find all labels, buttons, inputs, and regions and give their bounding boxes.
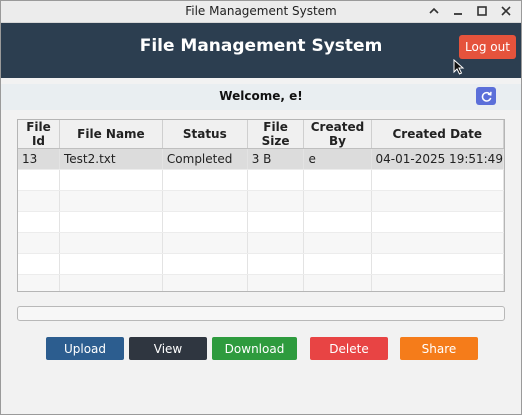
empty-row[interactable]: [18, 274, 504, 291]
refresh-button[interactable]: [476, 87, 496, 105]
table-row[interactable]: 13 Test2.txt Completed 3 B e 04-01-2025 …: [18, 148, 504, 170]
app-title: File Management System: [139, 36, 383, 56]
upload-button[interactable]: Upload: [46, 337, 124, 360]
empty-row[interactable]: [18, 232, 504, 254]
cell-file-name: Test2.txt: [59, 148, 163, 170]
table-header-row: File Id File Name Status File Size Creat…: [18, 120, 504, 149]
column-header-created-date[interactable]: Created Date: [371, 120, 504, 149]
column-header-created-by[interactable]: Created By: [303, 120, 372, 149]
empty-row[interactable]: [18, 211, 504, 233]
cell-file-size: 3 B: [247, 148, 305, 170]
progress-bar: [17, 306, 505, 321]
cell-file-id: 13: [18, 148, 60, 170]
refresh-icon: [481, 91, 492, 102]
minimize-icon[interactable]: [451, 3, 465, 19]
files-table[interactable]: File Id File Name Status File Size Creat…: [17, 119, 505, 292]
empty-row[interactable]: [18, 253, 504, 275]
cell-created-by: e: [303, 148, 372, 170]
maximize-icon[interactable]: [475, 3, 489, 19]
mouse-cursor-icon: [453, 59, 465, 75]
logout-button[interactable]: Log out: [459, 35, 516, 59]
column-header-file-name[interactable]: File Name: [59, 120, 163, 149]
column-header-file-id[interactable]: File Id: [18, 120, 60, 149]
share-button[interactable]: Share: [400, 337, 478, 360]
download-button[interactable]: Download: [212, 337, 297, 360]
app-header: File Management System Log out: [1, 23, 521, 78]
view-button[interactable]: View: [129, 337, 207, 360]
shade-icon[interactable]: [427, 3, 441, 19]
welcome-text: Welcome, e!: [219, 89, 303, 103]
empty-row[interactable]: [18, 169, 504, 191]
window-controls: [427, 3, 513, 19]
title-bar: File Management System: [1, 1, 521, 23]
welcome-bar: Welcome, e!: [1, 84, 521, 110]
column-header-file-size[interactable]: File Size: [247, 120, 305, 149]
app-window: File Management System File Management S…: [0, 0, 522, 415]
cell-status: Completed: [162, 148, 248, 170]
column-header-status[interactable]: Status: [162, 120, 248, 149]
empty-row[interactable]: [18, 190, 504, 212]
delete-button[interactable]: Delete: [310, 337, 388, 360]
close-icon[interactable]: [499, 3, 513, 19]
cell-created-date: 04-01-2025 19:51:49: [371, 148, 504, 170]
